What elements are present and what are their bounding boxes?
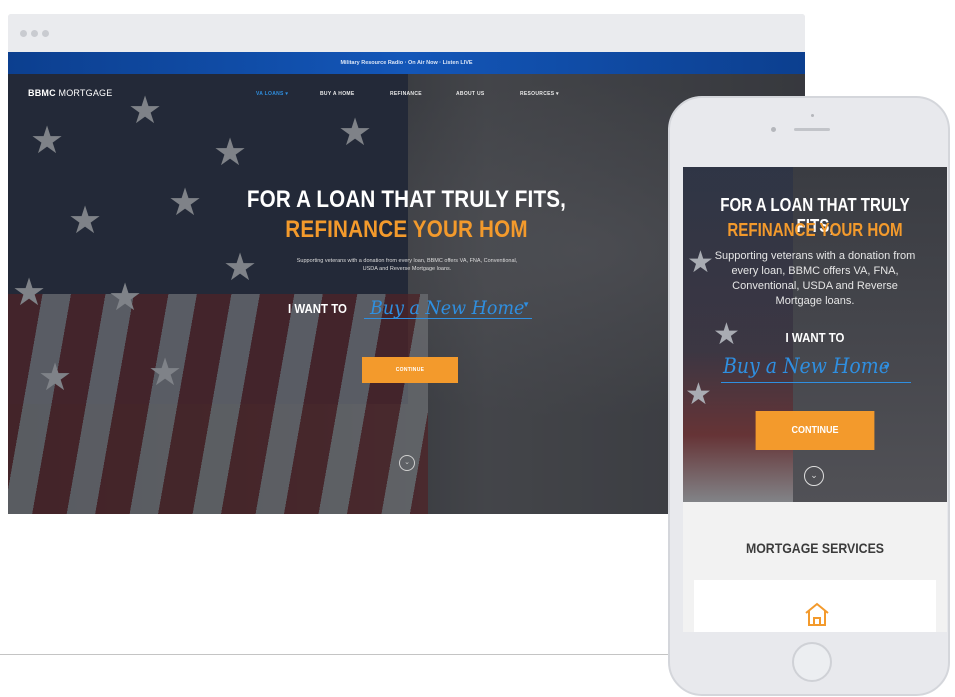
hero-title-line2: REFINANCE YOUR HOM	[285, 216, 528, 243]
service-card[interactable]	[694, 580, 936, 632]
radio-alert-bar[interactable]: Military Resource Radio · On Air Now · L…	[8, 52, 805, 74]
nav-item-buy-a-home[interactable]: BUY A HOME	[320, 91, 354, 97]
brand-logo[interactable]: BBMC MORTGAGE	[28, 88, 112, 98]
phone-speaker	[794, 128, 830, 131]
mortgage-services-heading: MORTGAGE SERVICES	[745, 540, 885, 556]
window-close-dot[interactable]	[20, 30, 27, 37]
mobile-loan-goal-dropdown[interactable]: Buy a New Home ▼	[721, 353, 911, 383]
window-minimize-dot[interactable]	[31, 30, 38, 37]
mobile-want-to-label: I WANT TO	[785, 330, 845, 345]
nav-item-about-us[interactable]: ABOUT US	[456, 91, 485, 97]
mobile-loan-goal-value: Buy a New Home	[723, 354, 890, 378]
nav-item-refinance[interactable]: REFINANCE	[390, 91, 422, 97]
phone-camera	[771, 127, 776, 132]
phone-sensor	[811, 114, 814, 117]
nav-item-va-loans[interactable]: VA LOANS ▾	[256, 91, 288, 97]
mobile-screen: ★ ★ ★ FOR A LOAN THAT TRULY FITS, REFINA…	[683, 167, 947, 632]
logo-brand-text: BBMC	[28, 88, 56, 98]
window-maximize-dot[interactable]	[42, 30, 49, 37]
divider-line	[0, 654, 700, 655]
nav-item-resources[interactable]: RESOURCES ▾	[520, 91, 559, 97]
mobile-hero-section: ★ ★ ★ FOR A LOAN THAT TRULY FITS, REFINA…	[683, 167, 947, 502]
hero-subtitle: Supporting veterans with a donation from…	[296, 258, 518, 272]
phone-home-button[interactable]	[792, 642, 832, 682]
browser-titlebar	[8, 14, 805, 52]
loan-goal-dropdown[interactable]: Buy a New Home ▼	[364, 295, 532, 319]
chevron-down-circle-icon[interactable]: ⌄	[399, 455, 415, 471]
caret-down-icon: ▼	[882, 362, 891, 372]
want-to-label: I WANT TO	[288, 301, 347, 316]
continue-button[interactable]: CONTINUE	[362, 357, 458, 383]
loan-goal-value: Buy a New Home	[370, 297, 525, 319]
caret-down-icon: ▼	[522, 300, 530, 309]
mobile-hero-subtitle: Supporting veterans with a donation from…	[714, 250, 916, 307]
flag-star-icon: ★	[685, 378, 712, 411]
hero-title-line1: FOR A LOAN THAT TRULY FITS,	[246, 186, 567, 213]
house-icon	[805, 602, 829, 626]
mobile-hero-title-line2: REFINANCE YOUR HOM	[727, 220, 903, 240]
mobile-phone-frame: ★ ★ ★ FOR A LOAN THAT TRULY FITS, REFINA…	[668, 96, 950, 696]
logo-suffix-text: MORTGAGE	[58, 88, 113, 98]
mobile-continue-button[interactable]: CONTINUE	[755, 411, 875, 450]
chevron-down-circle-icon[interactable]: ⌄	[804, 466, 824, 486]
